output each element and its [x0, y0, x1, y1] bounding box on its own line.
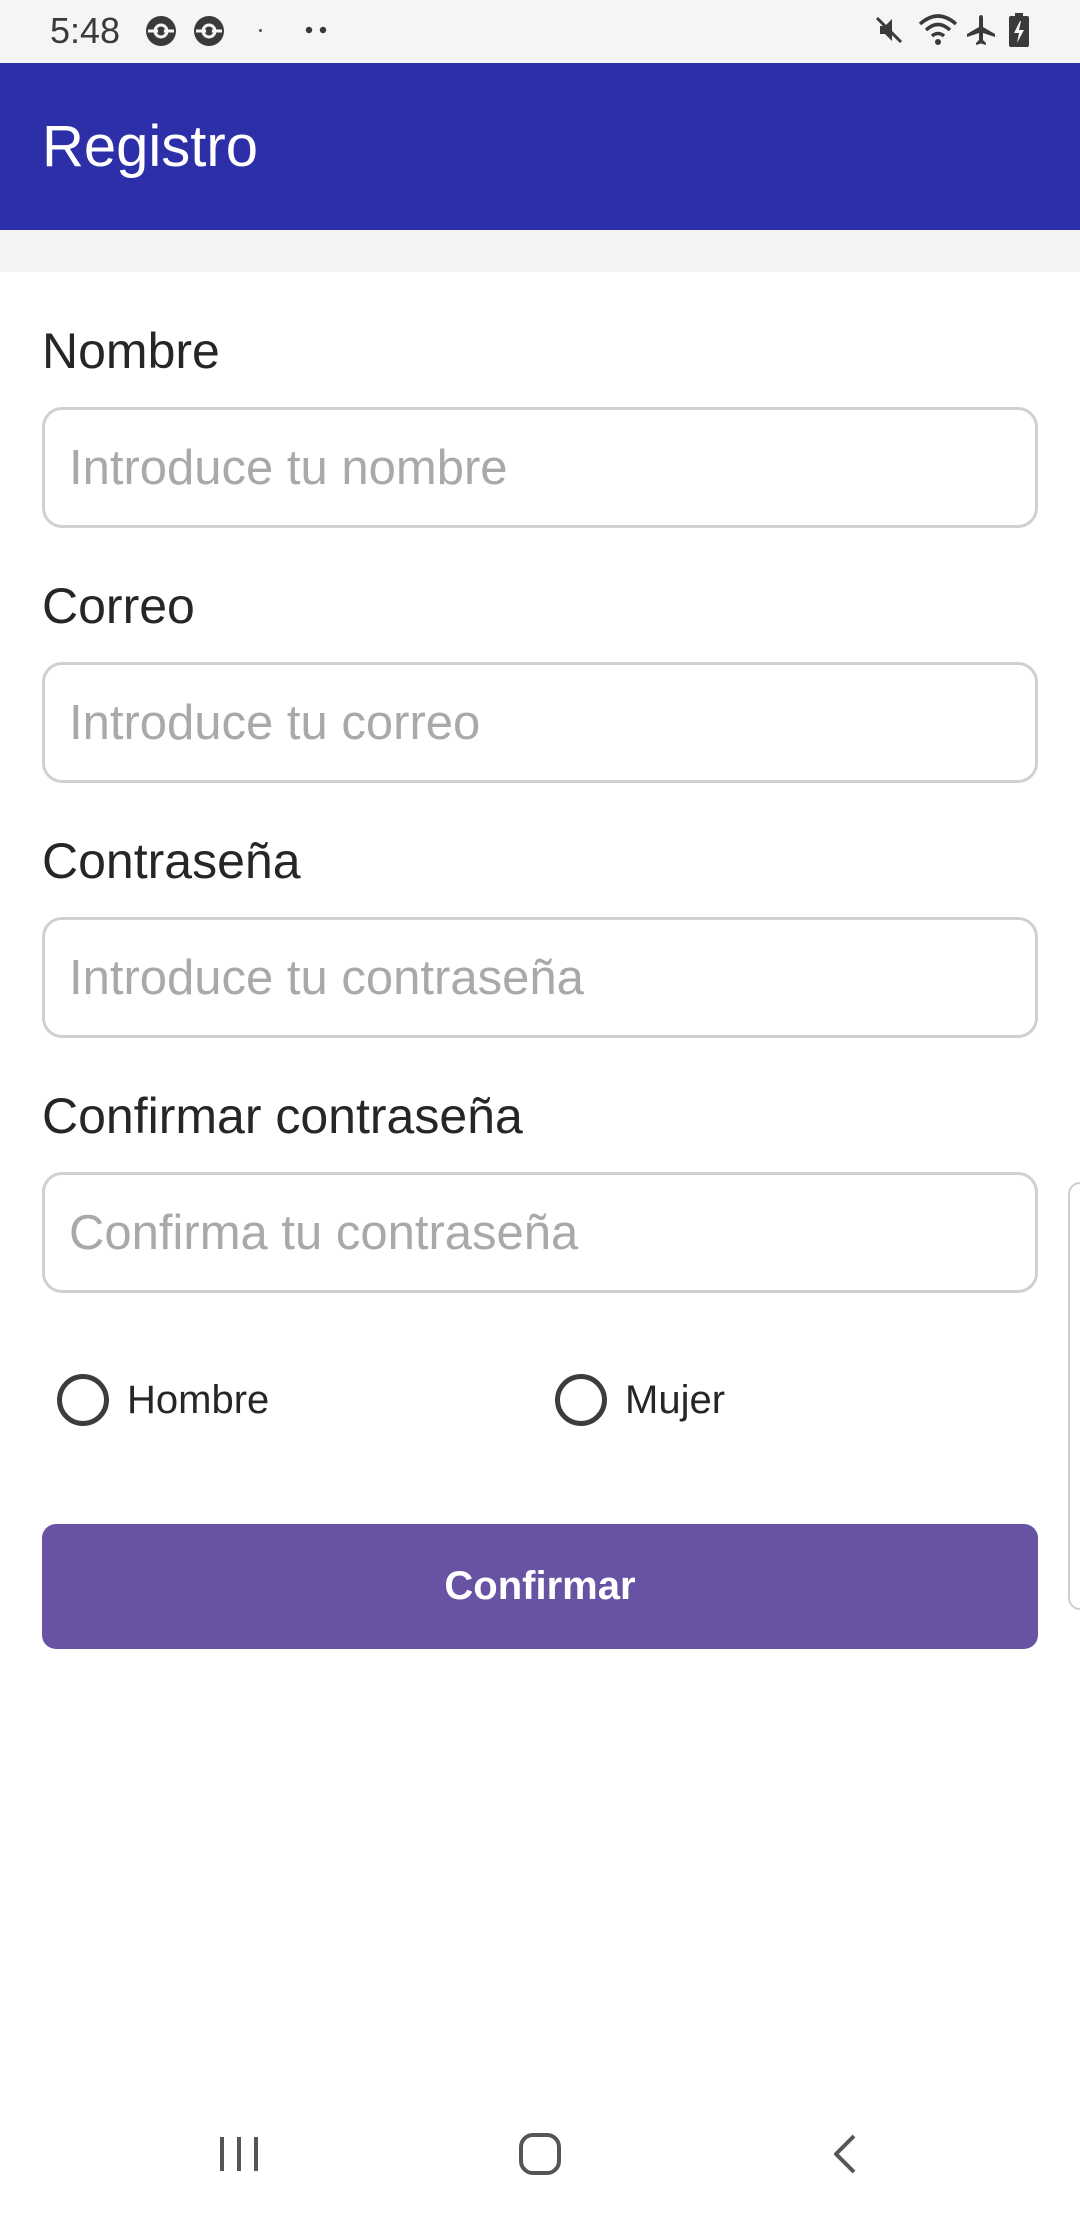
dot-icon — [259, 29, 262, 32]
gender-radio-male[interactable]: Hombre — [57, 1370, 269, 1430]
battery-charging-icon — [1009, 13, 1029, 47]
notification-icon — [194, 16, 224, 46]
radio-label-male: Hombre — [127, 1377, 270, 1422]
radio-label-female: Mujer — [625, 1377, 726, 1422]
notification-icon — [146, 16, 176, 46]
app-bar: Registro — [0, 63, 1080, 230]
status-bar: 5:48 — [0, 0, 1080, 63]
recents-icon[interactable] — [216, 2133, 264, 2175]
back-icon[interactable] — [822, 2130, 870, 2178]
home-icon[interactable] — [516, 2130, 564, 2178]
password-label: Contraseña — [42, 833, 301, 889]
mute-icon — [875, 16, 903, 44]
password-input[interactable] — [42, 917, 1038, 1038]
confirm-button[interactable]: Confirmar — [42, 1524, 1038, 1649]
status-time: 5:48 — [50, 10, 121, 51]
navigation-bar — [0, 2090, 1080, 2220]
dots-icon — [305, 26, 327, 34]
gender-radio-female[interactable]: Mujer — [555, 1370, 725, 1430]
airplane-icon — [967, 15, 995, 45]
name-input[interactable] — [42, 407, 1038, 528]
confirm-password-input[interactable] — [42, 1172, 1038, 1293]
edge-panel-handle[interactable] — [1068, 1182, 1080, 1610]
page-title: Registro — [42, 114, 258, 179]
radio-button-male[interactable] — [57, 1374, 109, 1426]
wifi-icon — [918, 14, 958, 45]
header-divider — [0, 230, 1080, 272]
radio-button-female[interactable] — [555, 1374, 607, 1426]
registration-screen: 5:48 Registro Nombre Introduce tu nombre… — [0, 0, 1080, 2220]
name-label: Nombre — [42, 323, 220, 379]
email-input[interactable] — [42, 662, 1038, 783]
email-label: Correo — [42, 578, 195, 634]
confirm-password-label: Confirmar contraseña — [42, 1088, 523, 1144]
